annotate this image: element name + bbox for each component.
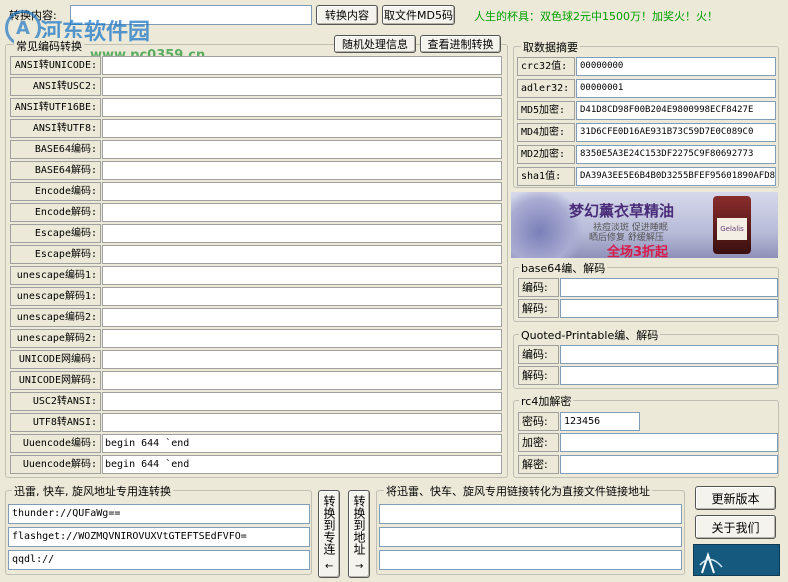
view-hex-button[interactable]: 查看进制转换 xyxy=(420,35,501,53)
digest-group-title: 取数据摘要 xyxy=(521,39,580,55)
encode-row-input[interactable] xyxy=(102,329,502,348)
arrow-right-icon: → xyxy=(355,561,364,572)
encode-row-input[interactable] xyxy=(102,308,502,327)
rc4-password-input[interactable]: 123456 xyxy=(560,412,640,431)
digest-row-value[interactable]: 8350E5A3E24C153DF2275C9F80692773 xyxy=(576,145,776,164)
qp-decode-label: 解码: xyxy=(518,366,559,385)
rc4-encrypt-input[interactable] xyxy=(560,433,778,452)
encode-row-label: Escape编码: xyxy=(10,224,101,243)
slogan-link[interactable]: 人生的杯具：双色球2元中1500万！加奖火！火！ xyxy=(474,8,718,24)
app-logo xyxy=(693,544,780,576)
digest-row-label: MD5加密: xyxy=(517,101,575,120)
base64-decode-label: 解码: xyxy=(518,299,559,318)
arrow-left-icon: ← xyxy=(325,561,334,572)
to-address-label: 转换到地址 xyxy=(352,495,366,555)
rc4-encrypt-label: 加密: xyxy=(518,433,559,452)
encode-row-input[interactable] xyxy=(102,371,502,390)
about-us-button[interactable]: 关于我们 xyxy=(695,515,776,539)
encode-row-input[interactable] xyxy=(102,203,502,222)
md5-file-button[interactable]: 取文件MD5码 xyxy=(382,5,455,25)
encode-row-label: Escape解码: xyxy=(10,245,101,264)
encode-row-input[interactable]: begin 644 `end xyxy=(102,455,502,474)
direct-link-input-1[interactable] xyxy=(379,504,682,524)
digest-row-label: sha1值: xyxy=(517,167,575,186)
app-logo-icon xyxy=(699,551,723,574)
ad-banner[interactable]: 梦幻薰衣草精油 祛痘淡斑 促进睡眠 晒后修复 舒缓解压 全场3折起 Gelali… xyxy=(511,192,778,258)
encode-row-label: Encode解码: xyxy=(10,203,101,222)
direct-link-input-3[interactable] xyxy=(379,550,682,570)
digest-row-label: MD4加密: xyxy=(517,123,575,142)
direct-link-input-2[interactable] xyxy=(379,527,682,547)
flashget-link-input[interactable]: flashget://WOZMQVNIROVUXVtGTEFTSEdFVFO= xyxy=(8,527,310,547)
encode-row-label: unescape编码1: xyxy=(10,266,101,285)
digest-row-value[interactable]: 31D6CFE0D16AE931B73C59D7E0C089C0 xyxy=(576,123,776,142)
encode-row-label: UNICODE网编码: xyxy=(10,350,101,369)
digest-row-value[interactable]: 00000000 xyxy=(576,57,776,76)
encode-row-label: UNICODE网解码: xyxy=(10,371,101,390)
encode-row-label: Encode编码: xyxy=(10,182,101,201)
encode-row-input[interactable] xyxy=(102,413,502,432)
direct-link-group-title: 将迅雷、快车、旋风专用链接转化为直接文件链接地址 xyxy=(384,483,652,499)
digest-row-label: adler32: xyxy=(517,79,575,98)
encode-row-label: ANSI转UTF8: xyxy=(10,119,101,138)
encode-row-label: Uuencode解码: xyxy=(10,455,101,474)
base64-encode-input[interactable] xyxy=(560,278,778,297)
encode-row-input[interactable] xyxy=(102,392,502,411)
oil-bottle-icon: Gelalis xyxy=(713,196,751,254)
encode-row-input[interactable] xyxy=(102,161,502,180)
encode-row-label: unescape编码2: xyxy=(10,308,101,327)
to-special-link-button[interactable]: 转换到专连 ← xyxy=(318,490,340,578)
base64-encode-label: 编码: xyxy=(518,278,559,297)
random-process-button[interactable]: 随机处理信息 xyxy=(334,35,416,53)
encode-row-label: BASE64解码: xyxy=(10,161,101,180)
digest-row-label: MD2加密: xyxy=(517,145,575,164)
encode-row-input[interactable] xyxy=(102,56,502,75)
encode-row-input[interactable]: begin 644 `end xyxy=(102,434,502,453)
to-special-link-label: 转换到专连 xyxy=(322,495,336,555)
digest-row-label: crc32值: xyxy=(517,57,575,76)
encode-row-label: ANSI转UTF16BE: xyxy=(10,98,101,117)
digest-row-value[interactable]: DA39A3EE5E6B4B0D3255BFEF95601890AFD80709 xyxy=(576,167,776,186)
thunder-link-input[interactable]: thunder://QUFaWg== xyxy=(8,504,310,524)
rc4-decrypt-label: 解密: xyxy=(518,455,559,474)
convert-button[interactable]: 转换内容 xyxy=(316,5,378,25)
encode-row-input[interactable] xyxy=(102,77,502,96)
rc4-password-label: 密码: xyxy=(518,412,559,431)
ad-promo: 全场3折起 xyxy=(607,245,669,258)
encode-row-input[interactable] xyxy=(102,98,502,117)
rc4-group-title: rc4加解密 xyxy=(519,393,574,409)
encode-row-label: ANSI转USC2: xyxy=(10,77,101,96)
encode-row-input[interactable] xyxy=(102,119,502,138)
ad-title: 梦幻薰衣草精油 xyxy=(569,202,675,220)
encode-row-label: unescape解码2: xyxy=(10,329,101,348)
encode-row-label: unescape解码1: xyxy=(10,287,101,306)
to-address-button[interactable]: 转换到地址 → xyxy=(348,490,370,578)
encode-row-label: BASE64编码: xyxy=(10,140,101,159)
qp-group-title: Quoted-Printable编、解码 xyxy=(519,327,661,343)
update-version-button[interactable]: 更新版本 xyxy=(695,486,776,510)
rc4-decrypt-input[interactable] xyxy=(560,455,778,474)
base64-group-title: base64编、解码 xyxy=(519,260,608,276)
encode-row-input[interactable] xyxy=(102,266,502,285)
link-group-title: 迅雷, 快车, 旋风地址专用连转换 xyxy=(12,483,173,499)
encode-row-input[interactable] xyxy=(102,224,502,243)
bottle-brand: Gelalis xyxy=(717,218,747,240)
qp-decode-input[interactable] xyxy=(560,366,778,385)
encode-row-input[interactable] xyxy=(102,287,502,306)
base64-decode-input[interactable] xyxy=(560,299,778,318)
encode-row-input[interactable] xyxy=(102,182,502,201)
qqdl-link-input[interactable]: qqdl:// xyxy=(8,550,310,570)
encode-row-label: Uuencode编码: xyxy=(10,434,101,453)
encode-row-label: UTF8转ANSI: xyxy=(10,413,101,432)
encode-row-input[interactable] xyxy=(102,140,502,159)
encode-row-label: USC2转ANSI: xyxy=(10,392,101,411)
qp-encode-label: 编码: xyxy=(518,345,559,364)
digest-row-value[interactable]: 00000001 xyxy=(576,79,776,98)
encode-row-label: ANSI转UNICODE: xyxy=(10,56,101,75)
qp-encode-input[interactable] xyxy=(560,345,778,364)
encode-row-input[interactable] xyxy=(102,245,502,264)
digest-row-value[interactable]: D41D8CD98F00B204E9800998ECF8427E xyxy=(576,101,776,120)
encode-row-input[interactable] xyxy=(102,350,502,369)
encode-group-title: 常见编码转换 xyxy=(14,38,84,54)
